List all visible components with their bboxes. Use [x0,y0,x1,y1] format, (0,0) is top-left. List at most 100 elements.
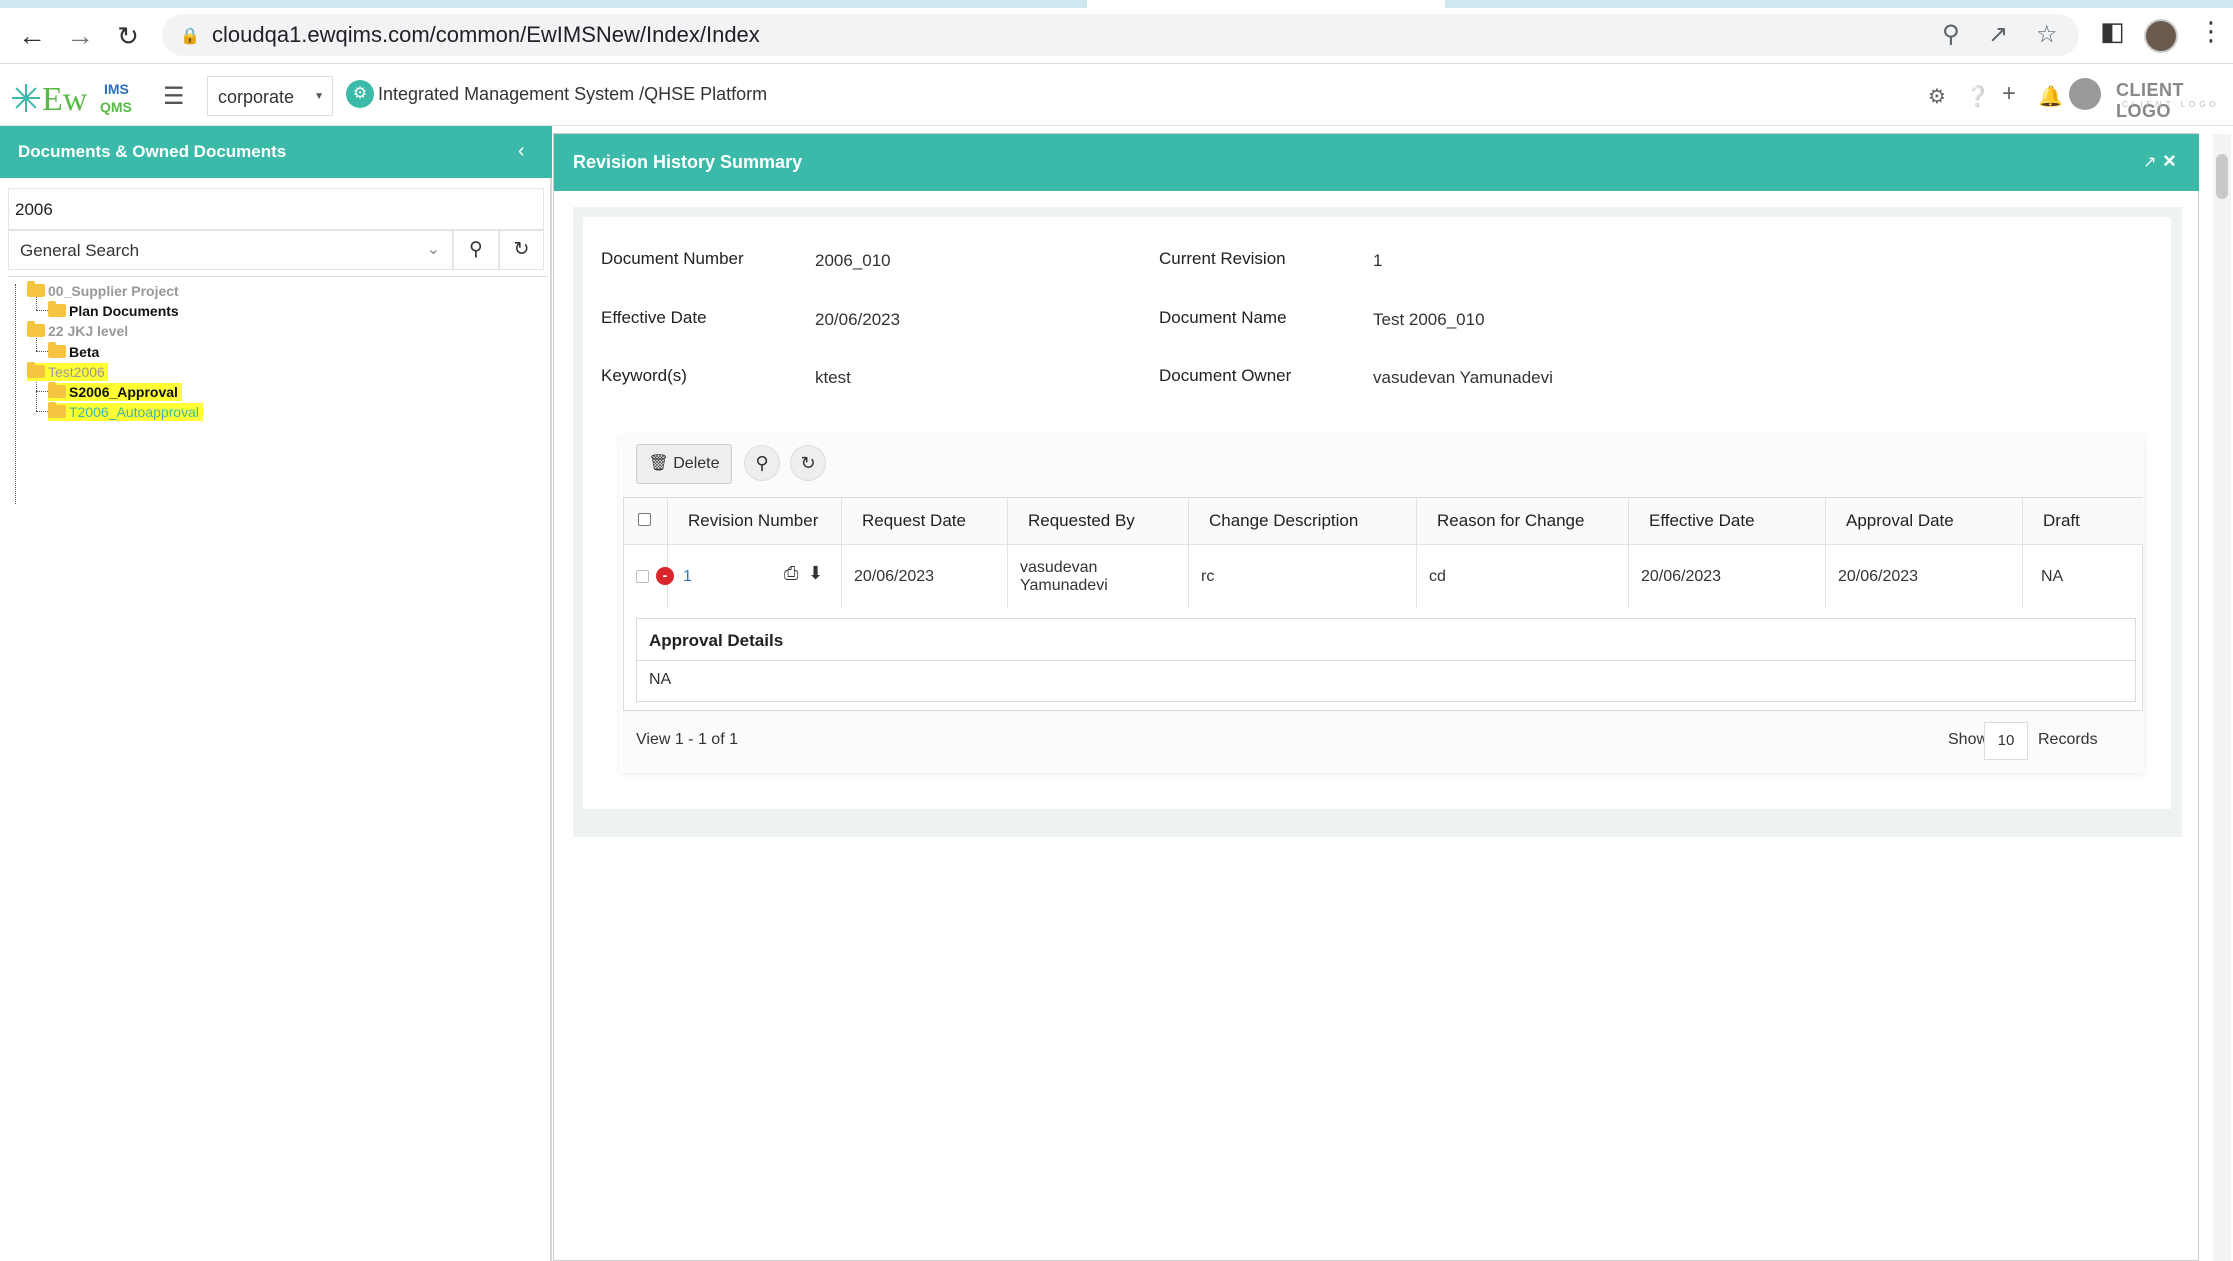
tree-connector [15,284,16,504]
tree-node-label: T2006_Autoapproval [69,404,199,420]
approval-details-value: NA [649,671,672,688]
grid-refresh-button[interactable]: ↻ [790,445,826,481]
document-summary-card: Document Number 2006_010 Current Revisio… [583,217,2171,809]
tree-node-folder[interactable]: 22 JKJ level [27,321,128,340]
address-bar[interactable]: 🔒 cloudqa1.ewqims.com/common/EwIMSNew/In… [162,14,2079,56]
approval-details-header: Approval Details [637,619,2135,661]
column-header[interactable]: Approval Date [1826,498,2023,544]
tree-node-label: Plan Documents [69,303,179,319]
trash-icon: 🗑 [648,455,669,472]
show-label: Show [1948,731,1989,748]
reload-icon[interactable]: ↻ [108,16,148,56]
scrollbar-thumb[interactable] [2216,154,2228,199]
folder-icon [48,342,66,358]
search-button[interactable]: ⚲ [453,230,499,270]
revision-number-cell: 1 ⎙ ⬇ [668,544,842,608]
forward-icon[interactable]: → [60,16,100,56]
page-scrollbar[interactable] [2213,134,2231,1261]
sidebar-header: Documents & Owned Documents ‹ [0,126,552,178]
effective-date-value: 20/06/2023 [815,310,901,329]
print-icon[interactable]: ⎙ [784,563,798,584]
tree-node-label: S2006_Approval [69,384,178,400]
tree-connector [36,411,48,412]
approval-details-panel: Approval Details NA [636,618,2136,702]
tree-node-folder[interactable]: Test2006 [27,362,108,381]
column-header[interactable]: Change Description [1189,498,1417,544]
requested-by-last: Yamunadevi [1020,576,1108,594]
external-link-icon[interactable]: ↗ [2143,152,2156,172]
revision-number-link[interactable]: 1 [683,568,692,586]
hamburger-menu-icon[interactable]: ☰ [163,82,185,111]
column-header[interactable]: Requested By [1008,498,1189,544]
records-label: Records [2038,731,2098,748]
tree-connector [36,391,48,392]
tree-node-folder[interactable]: 00_Supplier Project [27,281,179,300]
grid-search-button[interactable]: ⚲ [744,445,780,481]
bookmark-star-icon[interactable]: ☆ [2036,20,2058,49]
requested-by-cell: vasudevan Yamunadevi [1008,544,1189,608]
column-header[interactable]: Revision Number [668,498,842,544]
tree-connector [36,310,48,311]
delete-button[interactable]: 🗑 Delete [636,444,732,484]
share-icon[interactable]: ↗ [1988,20,2008,49]
delete-button-label: Delete [673,455,720,472]
modal-title: Revision History Summary [573,152,803,172]
svg-text:IMS: IMS [104,81,129,97]
effective-date-cell: 20/06/2023 [1629,544,1826,608]
user-avatar[interactable] [2069,78,2101,110]
client-logo-subtext: CLIENT LOGO [2122,100,2220,109]
select-all-header [624,498,668,544]
side-panel-icon[interactable]: ◧ [2100,16,2125,47]
tree-connector [36,351,48,352]
url-text[interactable]: cloudqa1.ewqims.com/common/EwIMSNew/Inde… [212,22,760,48]
ewqims-logo: Ew IMS QMS [12,81,132,118]
zoom-icon[interactable]: ⚲ [1942,20,1960,49]
refresh-icon: ↻ [800,453,816,473]
refresh-button[interactable]: ↻ [499,230,544,270]
collapse-chevron-left-icon[interactable]: ‹ [518,140,525,163]
menu-kebab-icon[interactable]: ⋮ [2198,16,2224,47]
svg-text:QMS: QMS [100,99,132,115]
help-icon[interactable]: ❔ [1965,84,1990,109]
select-all-checkbox[interactable] [638,513,651,526]
tab-strip [0,0,2233,8]
app-header: Ew IMS QMS ☰ corporate ▼ ⚙ Integrated Ma… [0,64,2233,126]
folder-icon [48,301,66,317]
folder-icon [27,362,45,378]
page-size-input[interactable]: 10 [1984,722,2028,760]
modal-header: Revision History Summary ↗ × [554,134,2199,191]
browser-chrome: ← → ↻ 🔒 cloudqa1.ewqims.com/common/EwIMS… [0,0,2233,64]
chevron-down-icon: ⌄ [426,241,440,258]
tree-divider [8,276,548,277]
close-icon[interactable]: × [2163,148,2176,174]
search-type-value: General Search [20,241,140,260]
row-checkbox[interactable] [636,570,649,583]
search-type-select[interactable]: General Search ⌄ [8,230,453,270]
company-select[interactable]: corporate ▼ [207,76,333,116]
back-icon[interactable]: ← [12,16,52,56]
sidebar-title: Documents & Owned Documents [18,142,287,161]
document-owner-label: Document Owner [1159,366,1292,385]
content-area: Document Number 2006_010 Current Revisio… [573,207,2182,837]
request-date-cell: 20/06/2023 [842,544,1008,608]
add-plus-icon[interactable]: + [2002,80,2016,108]
refresh-icon: ↻ [513,239,530,260]
folder-icon [48,402,66,418]
tree-node-folder[interactable]: Beta [48,342,99,361]
chevron-down-icon: ▼ [314,91,324,102]
profile-avatar[interactable] [2144,19,2178,53]
tree-node-folder[interactable]: Plan Documents [48,301,179,320]
column-header[interactable]: Reason for Change [1417,498,1629,544]
tree-node-folder[interactable]: S2006_Approval [48,382,182,401]
column-header[interactable]: Draft [2023,498,2143,544]
notification-bell-icon[interactable]: 🔔 [2038,84,2063,109]
column-header[interactable]: Effective Date [1629,498,1826,544]
column-header[interactable]: Request Date [842,498,1008,544]
current-revision-label: Current Revision [1159,249,1286,268]
settings-gear-icon[interactable]: ⚙ [1928,84,1946,109]
document-name-label: Document Name [1159,308,1287,327]
download-icon[interactable]: ⬇ [808,563,823,584]
draft-cell: NA [2023,544,2143,608]
tree-node-folder[interactable]: T2006_Autoapproval [48,402,203,421]
sidebar-search-input[interactable]: 2006 [8,188,544,230]
